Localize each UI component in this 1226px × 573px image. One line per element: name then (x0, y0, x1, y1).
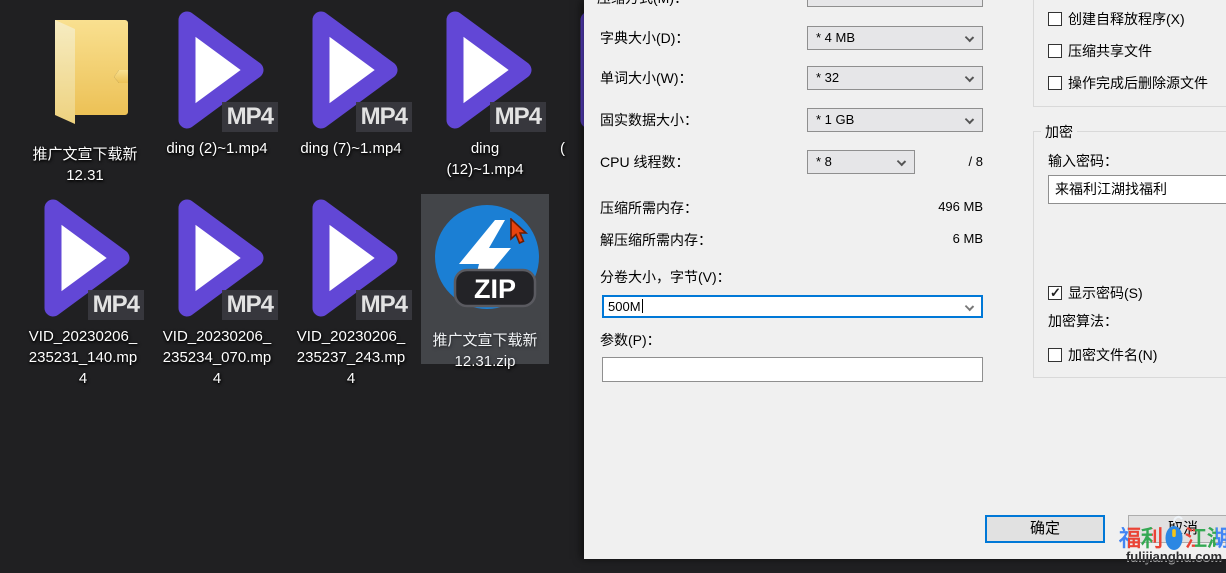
delete-after-checkbox-row[interactable]: 操作完成后删除源文件 (1048, 73, 1208, 93)
show-password-checkbox-row[interactable]: 显示密码(S) (1048, 283, 1143, 303)
parameters-label: 参数(P)： (600, 330, 661, 350)
encrypt-filenames-label: 加密文件名(N) (1068, 345, 1157, 365)
mp4-format-badge: MP4 (222, 102, 278, 132)
chevron-down-icon (965, 33, 974, 42)
checkbox-icon[interactable] (1048, 44, 1062, 58)
word-size-label: 单词大小(W)： (600, 68, 693, 88)
desktop-icon-label: VID_20230206_235237_243.mp4 (284, 326, 418, 389)
dictionary-size-value: * 4 MB (816, 30, 855, 45)
parameters-input[interactable] (602, 357, 983, 382)
show-password-label: 显示密码(S) (1068, 283, 1143, 303)
encrypt-filenames-checkbox-row[interactable]: 加密文件名(N) (1048, 345, 1157, 365)
cpu-threads-total: / 8 (883, 154, 983, 169)
mp4-file-icon[interactable]: MP4 (284, 196, 418, 322)
watermark-text-row: 福 利 江 湖 (1122, 511, 1226, 551)
solid-size-value: * 1 GB (816, 112, 854, 127)
watermark-char: 湖 (1207, 527, 1226, 551)
encryption-legend: 加密 (1041, 122, 1077, 142)
shared-files-checkbox-row[interactable]: 压缩共享文件 (1048, 41, 1152, 61)
mp4-file-icon[interactable]: MP4 (284, 8, 418, 134)
desktop-icon-mp4[interactable]: MP4 ding (7)~1.mp4 (284, 8, 418, 159)
mp4-format-badge: MP4 (356, 102, 412, 132)
compress-memory-value: 496 MB (883, 199, 983, 214)
desktop-icon-label: 推广文宣下载新12.31 (18, 144, 152, 186)
watermark-char: 江 (1185, 527, 1207, 551)
checkbox-icon[interactable] (1048, 76, 1062, 90)
mp4-file-icon[interactable]: MP4 (150, 8, 284, 134)
cpu-threads-label: CPU 线程数： (600, 152, 689, 172)
desktop-icon-mp4[interactable]: MP4 ding (2)~1.mp4 (150, 8, 284, 159)
encryption-algorithm-label: 加密算法： (1048, 311, 1118, 331)
watermark-char: 利 (1141, 527, 1163, 551)
mp4-format-badge: MP4 (490, 102, 546, 132)
mp4-format-badge: MP4 (88, 290, 144, 320)
chevron-down-icon (965, 73, 974, 82)
desktop-icon-mp4[interactable]: MP4 VID_20230206_235237_243.mp4 (284, 196, 418, 389)
compression-method-dropdown[interactable] (807, 0, 983, 7)
checkbox-checked-icon[interactable] (1048, 286, 1062, 300)
watermark-logo: 福 利 江 湖 fulijianghu.com (1122, 511, 1226, 564)
chevron-down-icon (965, 115, 974, 124)
enter-password-label: 输入密码： (1048, 151, 1118, 171)
compression-dialog: 压缩方式(M)： 字典大小(D)： * 4 MB 单词大小(W)： * 32 固… (584, 0, 1226, 559)
solid-size-label: 固实数据大小： (600, 110, 698, 130)
desktop-icon-label: VID_20230206_235231_140.mp4 (16, 326, 150, 389)
mp4-file-icon[interactable]: MP4 (150, 196, 284, 322)
ok-button[interactable]: 确定 (985, 515, 1105, 543)
cpu-threads-value: * 8 (816, 154, 832, 169)
checkbox-icon[interactable] (1048, 348, 1062, 362)
watermark-domain: fulijianghu.com (1122, 549, 1226, 564)
desktop-icon-label: ding (2)~1.mp4 (150, 138, 284, 159)
mouse-cursor-icon (508, 218, 530, 253)
svg-text:ZIP: ZIP (474, 274, 516, 304)
mouse-logo-icon (1164, 513, 1184, 551)
volume-size-label: 分卷大小，字节(V)： (600, 267, 731, 287)
desktop-icon-zip[interactable]: ZIP 推广文宣下载新12.31.zip (418, 196, 552, 372)
zip-file-icon[interactable]: ZIP (418, 202, 552, 326)
desktop-icon-label: ding(12)~1.mp4 (418, 138, 552, 180)
checkbox-icon[interactable] (1048, 12, 1062, 26)
decompress-memory-label: 解压缩所需内存： (600, 230, 712, 250)
compression-method-label: 压缩方式(M)： (597, 0, 688, 8)
compress-memory-label: 压缩所需内存： (600, 198, 698, 218)
text-caret (642, 299, 643, 313)
desktop-icon-mp4[interactable]: MP4 ding(12)~1.mp4 (418, 8, 552, 180)
word-size-value: * 32 (816, 70, 839, 85)
mp4-file-icon[interactable]: MP4 (16, 196, 150, 322)
mp4-file-icon[interactable]: MP4 (418, 8, 552, 134)
solid-size-dropdown[interactable]: * 1 GB (807, 108, 983, 132)
desktop: 推广文宣下载新12.31 MP4 ding (2)~1.mp4 MP4 ding (… (0, 0, 1226, 573)
shared-files-label: 压缩共享文件 (1068, 41, 1152, 61)
delete-after-label: 操作完成后删除源文件 (1068, 73, 1208, 93)
desktop-icon-mp4[interactable]: MP4 VID_20230206_235234_070.mp4 (150, 196, 284, 389)
create-sfx-checkbox-row[interactable]: 创建自释放程序(X) (1048, 9, 1185, 29)
volume-size-combobox[interactable]: 500M (602, 295, 983, 318)
decompress-memory-value: 6 MB (883, 231, 983, 246)
folder-file-icon[interactable] (18, 14, 152, 140)
dictionary-size-dropdown[interactable]: * 4 MB (807, 26, 983, 50)
create-sfx-label: 创建自释放程序(X) (1068, 9, 1185, 29)
desktop-icon-folder[interactable]: 推广文宣下载新12.31 (18, 8, 152, 186)
word-size-dropdown[interactable]: * 32 (807, 66, 983, 90)
desktop-icon-label: VID_20230206_235234_070.mp4 (150, 326, 284, 389)
dictionary-size-label: 字典大小(D)： (600, 28, 689, 48)
password-input[interactable]: 来福利江湖找福利 (1048, 175, 1226, 204)
mp4-format-badge: MP4 (356, 290, 412, 320)
chevron-down-icon (965, 302, 974, 311)
desktop-icon-label: ding (7)~1.mp4 (284, 138, 418, 159)
password-value: 来福利江湖找福利 (1055, 181, 1167, 197)
watermark-char: 福 (1119, 527, 1141, 551)
desktop-icon-mp4[interactable]: MP4 VID_20230206_235231_140.mp4 (16, 196, 150, 389)
volume-size-value: 500M (608, 299, 641, 314)
mp4-format-badge: MP4 (222, 290, 278, 320)
